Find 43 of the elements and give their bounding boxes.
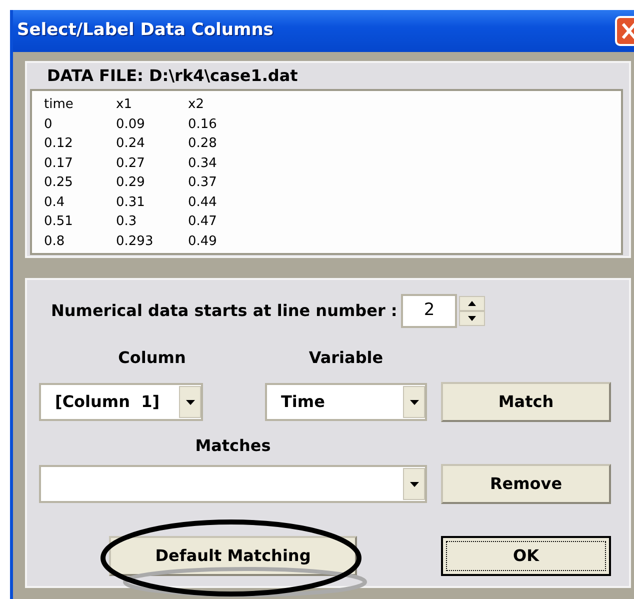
remove-button[interactable]: Remove bbox=[441, 464, 611, 504]
matches-label: Matches bbox=[195, 436, 271, 455]
data-value: 0.47 bbox=[188, 213, 218, 231]
data-value: 0.27 bbox=[116, 154, 146, 172]
data-value: 0.37 bbox=[188, 174, 218, 192]
data-value: 0.25 bbox=[44, 174, 74, 192]
data-value: 0.17 bbox=[44, 154, 74, 172]
data-value: 0.12 bbox=[44, 135, 74, 153]
data-value: x2 bbox=[188, 96, 205, 114]
variable-dropdown[interactable]: Time bbox=[265, 383, 427, 421]
start-line-label: Numerical data starts at line number : bbox=[51, 300, 398, 322]
window-title: Select/Label Data Columns bbox=[17, 19, 274, 42]
line-number-field[interactable]: 2 bbox=[401, 294, 458, 328]
dropdown-arrow-icon bbox=[410, 400, 418, 404]
data-value: x1 bbox=[116, 96, 133, 114]
data-value: 0.51 bbox=[44, 213, 74, 231]
down-arrow-icon bbox=[468, 316, 476, 321]
match-button[interactable]: Match bbox=[441, 382, 611, 422]
variable-label: Variable bbox=[308, 348, 384, 367]
data-value: 0.44 bbox=[188, 194, 218, 212]
data-value: 0.4 bbox=[44, 194, 66, 212]
matches-dropdown[interactable] bbox=[39, 465, 427, 503]
data-value: 0.09 bbox=[116, 116, 146, 134]
up-arrow-icon bbox=[468, 301, 476, 306]
data-value: 0.28 bbox=[188, 135, 218, 153]
data-value: 0.31 bbox=[116, 194, 146, 212]
data-value: 0.24 bbox=[116, 135, 146, 153]
data-value: 0.29 bbox=[116, 174, 146, 192]
data-value: 0.49 bbox=[188, 232, 218, 250]
data-value: 0.293 bbox=[116, 232, 154, 250]
close-button[interactable] bbox=[615, 16, 634, 46]
spinner[interactable] bbox=[459, 296, 486, 326]
data-value: 0.8 bbox=[44, 232, 66, 250]
column-dropdown[interactable]: [Column 1] bbox=[39, 383, 203, 421]
data-value: 0.16 bbox=[188, 116, 218, 134]
column-label: Column bbox=[118, 348, 186, 367]
data-value: time bbox=[44, 96, 74, 114]
dropdown-arrow-icon bbox=[186, 400, 194, 404]
dropdown-arrow-icon bbox=[410, 482, 418, 486]
ok-button[interactable]: OK bbox=[441, 536, 611, 576]
data-value: 0 bbox=[44, 116, 54, 134]
data-value: 0.3 bbox=[116, 213, 138, 231]
data-value: 0.34 bbox=[188, 154, 218, 172]
